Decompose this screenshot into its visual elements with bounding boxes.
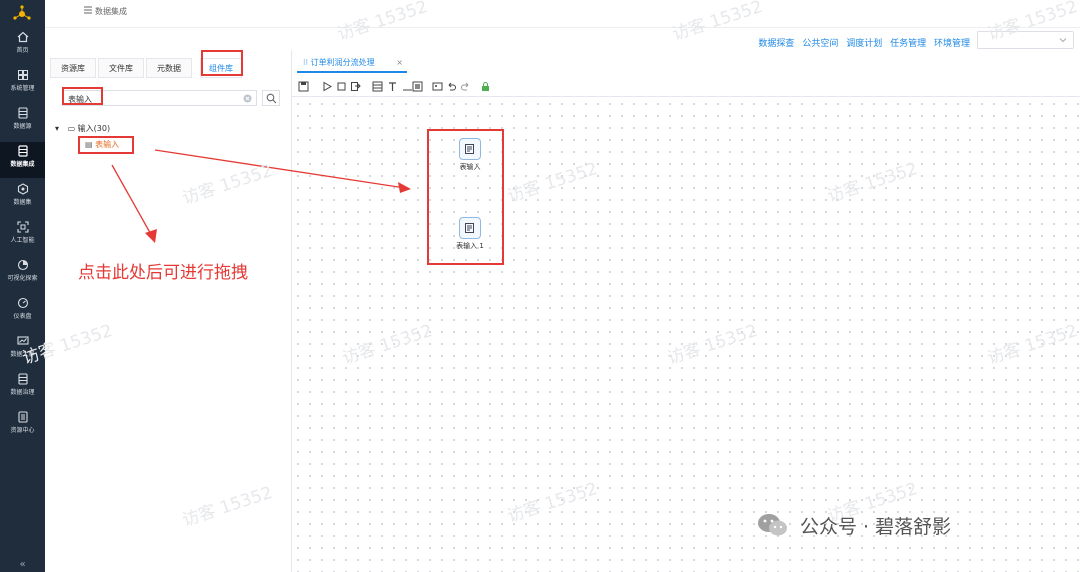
lock-icon[interactable] [480, 81, 491, 92]
save-icon[interactable] [298, 81, 309, 92]
editor-tab[interactable]: ⁝⁝ 订单利润分流处理 × [297, 55, 407, 73]
tab-metadata[interactable]: 元数据 [146, 58, 192, 78]
tree-root-label: 输入(30) [77, 124, 111, 133]
table-input-icon: ▤ [85, 140, 93, 149]
grid-icon [17, 70, 28, 80]
nav-item-label: 数据集 [13, 199, 32, 206]
folder-icon: ▭ [67, 124, 76, 133]
topmenu-env[interactable]: 环境管理 [934, 39, 970, 49]
tree-node-table-input[interactable]: ▤ 表输入 [85, 139, 119, 150]
nav-item-label: 人工智能 [10, 237, 35, 244]
nav-item-label: 数据治理 [10, 389, 35, 396]
nav-item-label: 系统管理 [10, 85, 35, 92]
dataset-icon [17, 183, 28, 195]
search-button[interactable] [262, 90, 280, 106]
nav-collapse-button[interactable]: « [0, 558, 45, 572]
pie-icon [17, 259, 28, 271]
nav-item-visual[interactable]: 可视化探索 [0, 256, 45, 292]
node-label: 表输入 [459, 163, 481, 171]
nav-item-datasource[interactable]: 数据源 [0, 104, 45, 140]
run-icon[interactable] [322, 81, 333, 92]
tree-node-input[interactable]: ▾ ▭ 输入(30) [55, 123, 110, 134]
table-input-node-icon [459, 138, 481, 160]
nav-item-system[interactable]: 系统管理 [0, 66, 45, 102]
nav-item-ai[interactable]: 人工智能 [0, 218, 45, 254]
canvas-toolbar [292, 77, 1080, 97]
nav-item-label: 仪表盘 [13, 313, 32, 320]
nav-item-label: 数据大屏 [10, 351, 35, 358]
topmenu-schedule[interactable]: 调度计划 [846, 39, 882, 49]
table-input-node-icon [459, 217, 481, 239]
tree-child-label: 表输入 [95, 140, 120, 149]
image-icon[interactable] [432, 81, 443, 92]
tab-component-lib[interactable]: 组件库 [200, 58, 242, 78]
instruction-annotation: 点击此处后可进行拖拽 [78, 263, 248, 283]
nav-item-label: 数据集成 [10, 161, 35, 168]
nav-item-label: 首页 [16, 47, 29, 54]
footer-brand: 公众号 · 碧落舒影 [800, 516, 952, 538]
export-icon[interactable] [350, 81, 361, 92]
redo-icon[interactable] [460, 81, 471, 92]
topmenu-explore[interactable]: 数据探查 [758, 39, 794, 49]
integration-icon [17, 145, 28, 157]
nav-item-bigscreen[interactable]: 数据大屏 [0, 332, 45, 368]
nav-item-home[interactable]: 首页 [0, 28, 45, 64]
design-canvas[interactable]: 表输入 表输入 1 [292, 98, 1080, 572]
nav-item-integration[interactable]: 数据集成 [0, 142, 45, 178]
wechat-icon [758, 514, 787, 536]
topmenu-public-space[interactable]: 公共空间 [802, 39, 838, 49]
layout-icon[interactable] [412, 81, 423, 92]
expand-arrow-icon[interactable]: ▾ [55, 124, 59, 133]
grid-view-icon[interactable] [372, 81, 383, 92]
canvas-node-table-input[interactable]: 表输入 [440, 138, 500, 172]
home-icon [17, 31, 28, 43]
database-icon [17, 107, 28, 119]
nav-item-dataset[interactable]: 数据集 [0, 180, 45, 216]
resource-icon [17, 411, 28, 423]
topmenu-tasks[interactable]: 任务管理 [890, 39, 926, 49]
breadcrumb: 数据集成 [95, 7, 127, 16]
node-label: 表输入 1 [456, 242, 484, 250]
nav-item-label: 数据源 [13, 123, 32, 130]
nav-item-resource[interactable]: 资源中心 [0, 408, 45, 444]
top-bar: 数据集成 [45, 0, 1080, 28]
governance-icon [17, 373, 28, 385]
clear-icon[interactable] [243, 94, 252, 103]
close-tab-icon[interactable]: × [396, 55, 403, 71]
canvas-node-table-input-1[interactable]: 表输入 1 [440, 217, 500, 251]
environment-select[interactable] [977, 31, 1074, 49]
tab-file-lib[interactable]: 文件库 [98, 58, 144, 78]
nav-item-dashboard[interactable]: 仪表盘 [0, 294, 45, 330]
top-menu: 数据探查 公共空间 调度计划 任务管理 环境管理 [753, 36, 970, 49]
logo-icon [13, 5, 31, 20]
component-panel: 资源库 文件库 元数据 组件库 表输入 ▾ ▭ 输入(30) ▤ 表输入 [45, 50, 292, 572]
nav-item-label: 资源中心 [10, 427, 35, 434]
gauge-icon [17, 297, 28, 309]
tab-resource-lib[interactable]: 资源库 [50, 58, 96, 78]
undo-icon[interactable] [446, 81, 457, 92]
app-window: 首页 系统管理 数据源 数据集成 数据集 人工智能 可视化探索 仪表盘 数据大屏… [0, 0, 1080, 572]
left-nav: 首页 系统管理 数据源 数据集成 数据集 人工智能 可视化探索 仪表盘 数据大屏… [0, 0, 45, 572]
nav-item-governance[interactable]: 数据治理 [0, 370, 45, 406]
search-value: 表输入 [68, 95, 92, 104]
search-icon [266, 93, 277, 104]
chevron-down-icon [1059, 38, 1067, 43]
ai-icon [16, 221, 29, 233]
search-input[interactable]: 表输入 [62, 90, 257, 106]
stop-icon[interactable] [336, 81, 347, 92]
text-icon[interactable] [387, 81, 398, 92]
menu-icon [84, 6, 92, 14]
screen-icon [16, 336, 29, 345]
nav-item-label: 可视化探索 [7, 275, 38, 282]
flow-icon: ⁝⁝ [303, 58, 309, 67]
editor-tab-label: 订单利润分流处理 [310, 58, 375, 67]
